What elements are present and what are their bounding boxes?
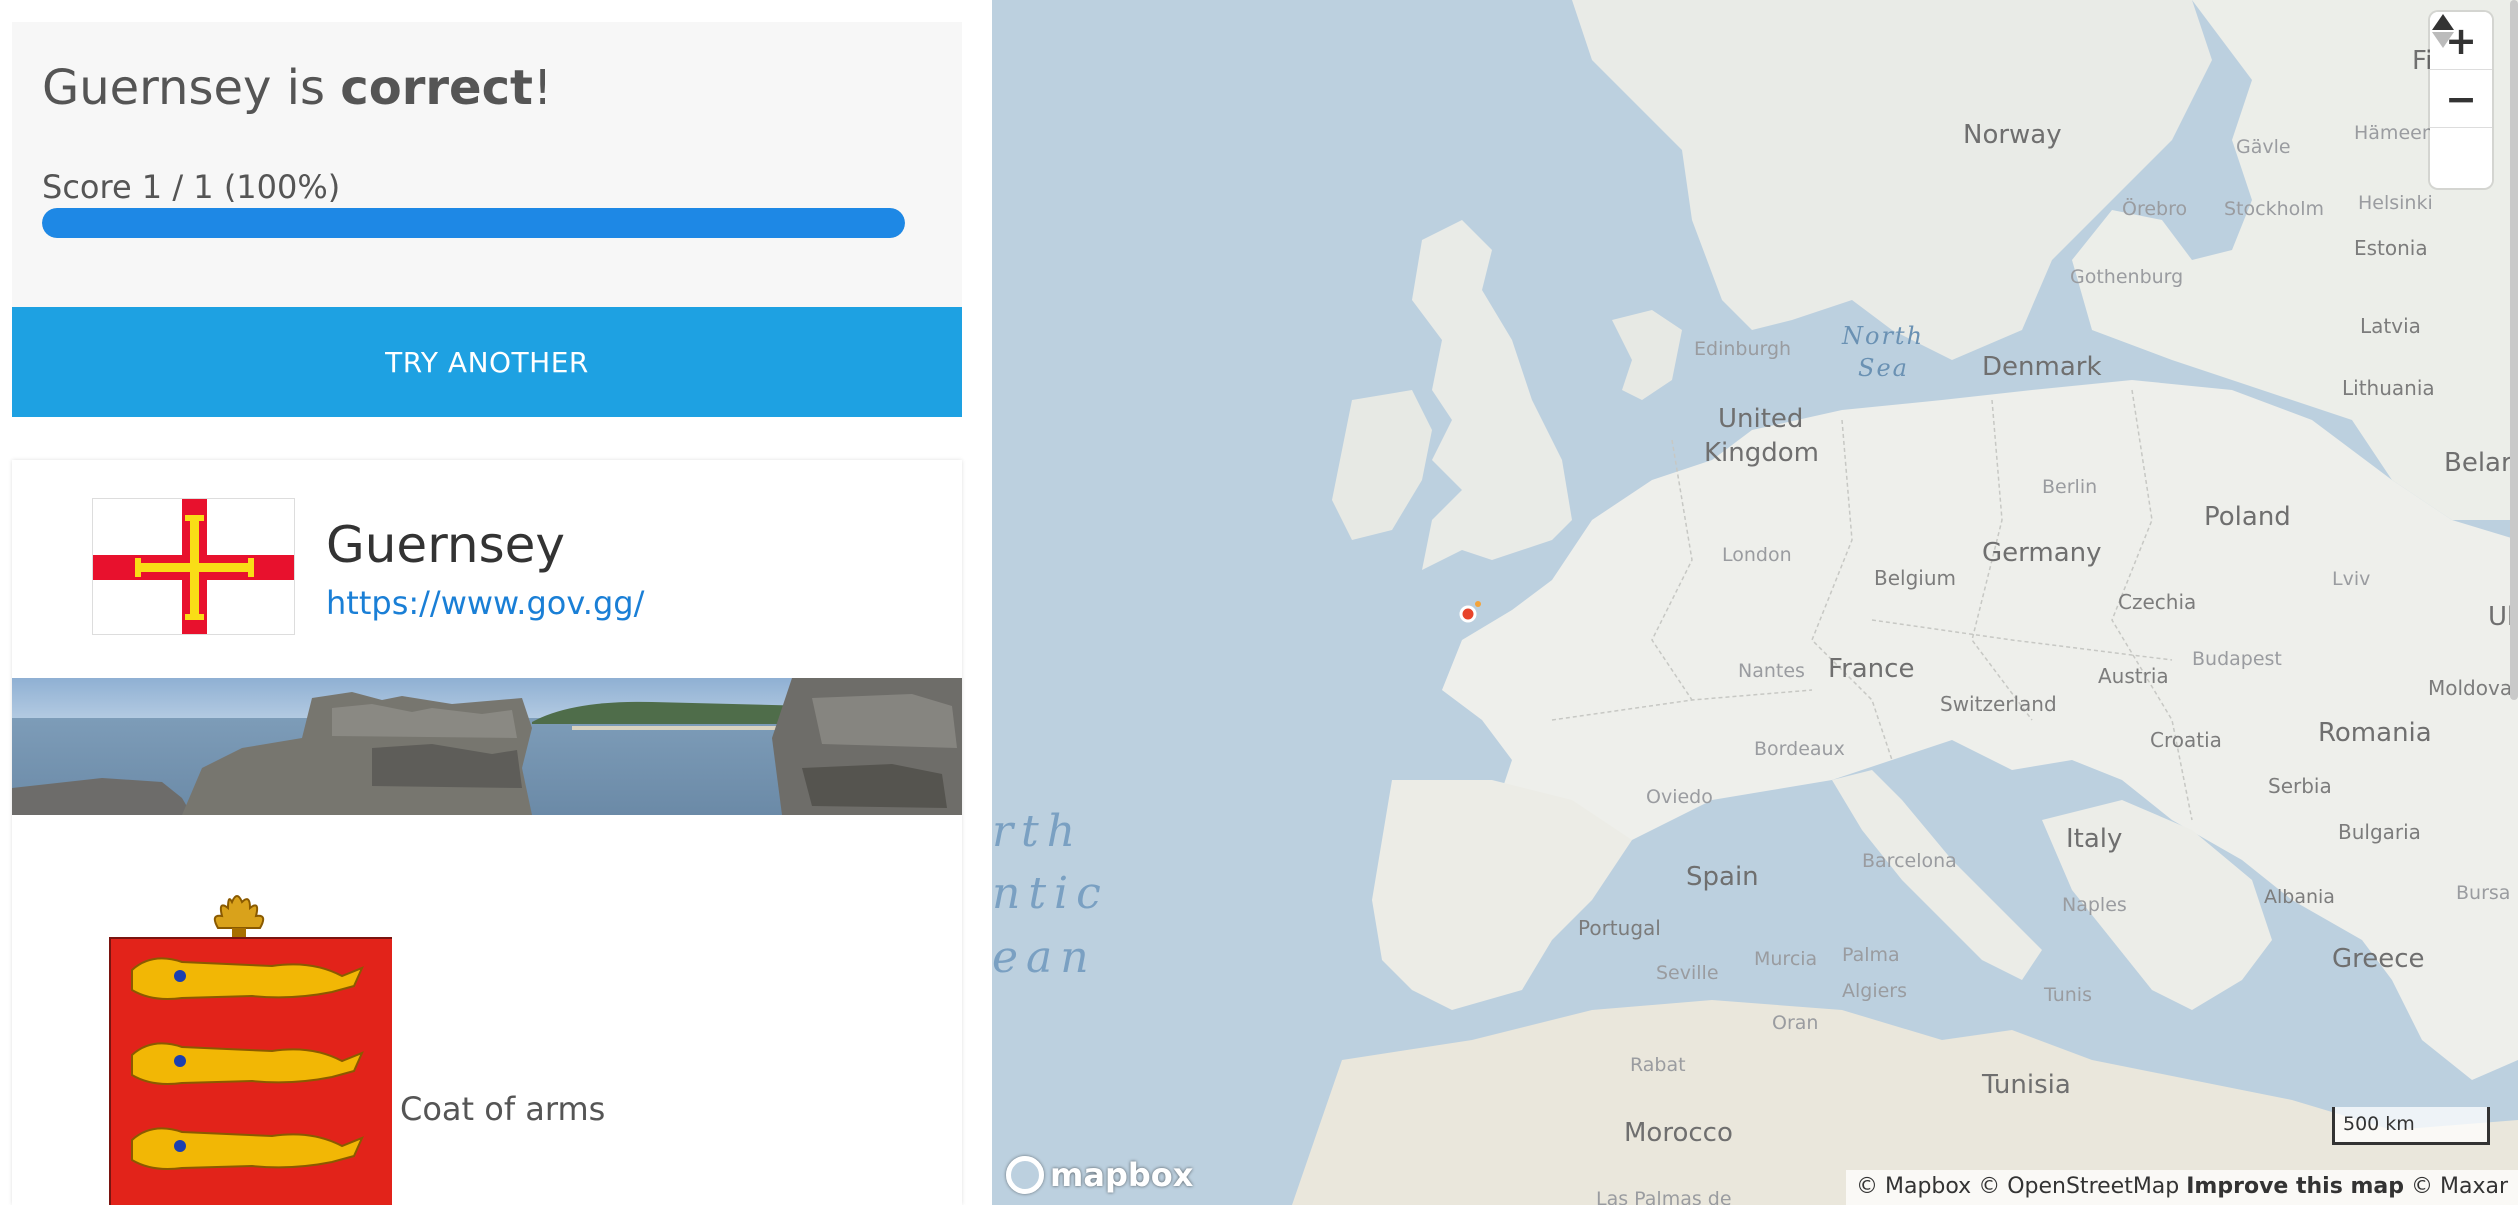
map-label-lithuania: Lithuania	[2342, 376, 2435, 400]
result-verdict: correct	[340, 60, 533, 116]
guernsey-coat-of-arms-icon	[92, 890, 401, 1205]
map-label-germany: Germany	[1982, 538, 2102, 568]
country-website-link[interactable]: https://www.gov.gg/	[326, 584, 644, 622]
attribution-osm-link[interactable]: © OpenStreetMap	[1978, 1174, 2179, 1199]
map-label-london: London	[1722, 544, 1792, 566]
map-label-algiers: Algiers	[1842, 980, 1908, 1002]
result-country-text: Guernsey is	[42, 60, 341, 116]
map-label-sea: Sea	[1858, 354, 1909, 382]
try-another-button[interactable]: TRY ANOTHER	[12, 307, 962, 417]
map-label-spain: Spain	[1686, 862, 1759, 892]
map-label-edinburgh: Edinburgh	[1694, 338, 1792, 360]
map-label-czechia: Czechia	[2118, 590, 2197, 614]
map-label-norway: Norway	[1963, 120, 2062, 150]
mapbox-logo-icon	[1006, 1156, 1044, 1194]
map-label-rabat: Rabat	[1630, 1054, 1686, 1076]
zoom-out-button[interactable]: −	[2430, 70, 2492, 128]
app-root: Guernsey is correct! Score 1 / 1 (100%) …	[0, 0, 2518, 1205]
score-progress-fill	[42, 208, 905, 238]
map-label-palma: Palma	[1842, 944, 1900, 966]
map-label-moldova: Moldova	[2428, 676, 2513, 700]
map-scale-bar: 500 km	[2332, 1107, 2490, 1145]
map-label-belarus: Belarus	[2444, 448, 2518, 478]
map-label-orebro: Örebro	[2122, 198, 2188, 220]
map-label-latvia: Latvia	[2360, 314, 2421, 338]
map-label-naples: Naples	[2062, 894, 2127, 916]
country-info-card: Guernsey https://www.gov.gg/ Coat of arm…	[12, 460, 962, 1205]
map-label-belgium: Belgium	[1874, 566, 1956, 590]
map-navigation-control: + −	[2430, 12, 2492, 188]
map-label-stockholm: Stockholm	[2224, 198, 2325, 220]
map-label-albania: Albania	[2264, 886, 2335, 908]
map-label-kingdom: Kingdom	[1704, 438, 1819, 468]
map-label-tunis: Tunis	[2044, 984, 2092, 1006]
map-label-croatia: Croatia	[2150, 728, 2222, 752]
left-panel: Guernsey is correct! Score 1 / 1 (100%) …	[0, 0, 992, 1205]
map-label-gavle: Gävle	[2236, 136, 2291, 158]
map-label-oran: Oran	[1772, 1012, 1819, 1034]
map-label-las-palmas: Las Palmas de	[1596, 1188, 1732, 1205]
result-suffix: !	[533, 60, 553, 116]
map-label-switzerland: Switzerland	[1940, 692, 2057, 716]
map-label-north: North	[1842, 322, 1925, 350]
map-label-poland: Poland	[2204, 502, 2291, 532]
map-label-seville: Seville	[1656, 962, 1719, 984]
coat-of-arms-label: Coat of arms	[400, 1090, 606, 1128]
map-label-tunisia: Tunisia	[1982, 1070, 2071, 1100]
map-scrollbar[interactable]	[2510, 0, 2518, 700]
attribution-mapbox-link[interactable]: © Mapbox	[1856, 1174, 1971, 1199]
map-attribution: © Mapbox © OpenStreetMap Improve this ma…	[1846, 1170, 2518, 1205]
map-label-lviv: Lviv	[2332, 568, 2371, 590]
map-label-oviedo: Oviedo	[1646, 786, 1713, 808]
map-label-denmark: Denmark	[1982, 352, 2102, 382]
improve-map-link[interactable]: Improve this map	[2186, 1174, 2404, 1199]
map-canvas	[992, 0, 2518, 1205]
mapbox-logo[interactable]: mapbox	[1006, 1156, 1193, 1194]
map-label-portugal: Portugal	[1578, 916, 1661, 940]
score-label: Score 1 / 1 (100%)	[42, 168, 341, 206]
map-label-bulgaria: Bulgaria	[2338, 820, 2421, 844]
score-progress-bar	[42, 208, 905, 238]
map-label-serbia: Serbia	[2268, 774, 2332, 798]
map-label-italy: Italy	[2066, 824, 2123, 854]
map-label-estonia: Estonia	[2354, 236, 2428, 260]
map-label-gothenburg: Gothenburg	[2070, 266, 2184, 288]
map-label-austria: Austria	[2098, 664, 2169, 688]
map-view[interactable]: Norway Denmark United Kingdom Germany Po…	[992, 0, 2518, 1205]
map-label-budapest: Budapest	[2192, 648, 2282, 670]
improve-map-text: Improve this map	[2186, 1174, 2404, 1199]
map-label-bursa: Bursa	[2456, 882, 2511, 904]
map-label-murcia: Murcia	[1754, 948, 1818, 970]
map-label-bordeaux: Bordeaux	[1754, 738, 1845, 760]
map-label-ocean-3: ean	[992, 932, 1097, 983]
map-label-barcelona: Barcelona	[1862, 850, 1957, 872]
map-label-romania: Romania	[2318, 718, 2432, 748]
map-label-greece: Greece	[2332, 944, 2425, 974]
map-label-france: France	[1828, 654, 1915, 684]
map-label-nantes: Nantes	[1738, 660, 1805, 682]
compass-reset-button[interactable]	[2430, 14, 2492, 186]
result-heading: Guernsey is correct!	[42, 60, 552, 116]
attribution-maxar-link[interactable]: © Maxar	[2411, 1174, 2508, 1199]
map-label-helsinki: Helsinki	[2358, 192, 2433, 214]
mapbox-logo-text: mapbox	[1050, 1156, 1194, 1194]
map-label-berlin: Berlin	[2042, 476, 2098, 498]
map-label-united: United	[1718, 404, 1804, 434]
country-name: Guernsey	[326, 516, 565, 574]
map-label-ocean-1: rth	[992, 806, 1084, 857]
result-card: Guernsey is correct! Score 1 / 1 (100%)	[12, 22, 962, 307]
compass-icon	[2432, 14, 2454, 48]
guernsey-flag-icon	[92, 498, 295, 635]
map-label-morocco: Morocco	[1624, 1118, 1733, 1148]
country-landscape-image	[12, 678, 962, 815]
map-label-ocean-2: ntic	[992, 868, 1109, 919]
